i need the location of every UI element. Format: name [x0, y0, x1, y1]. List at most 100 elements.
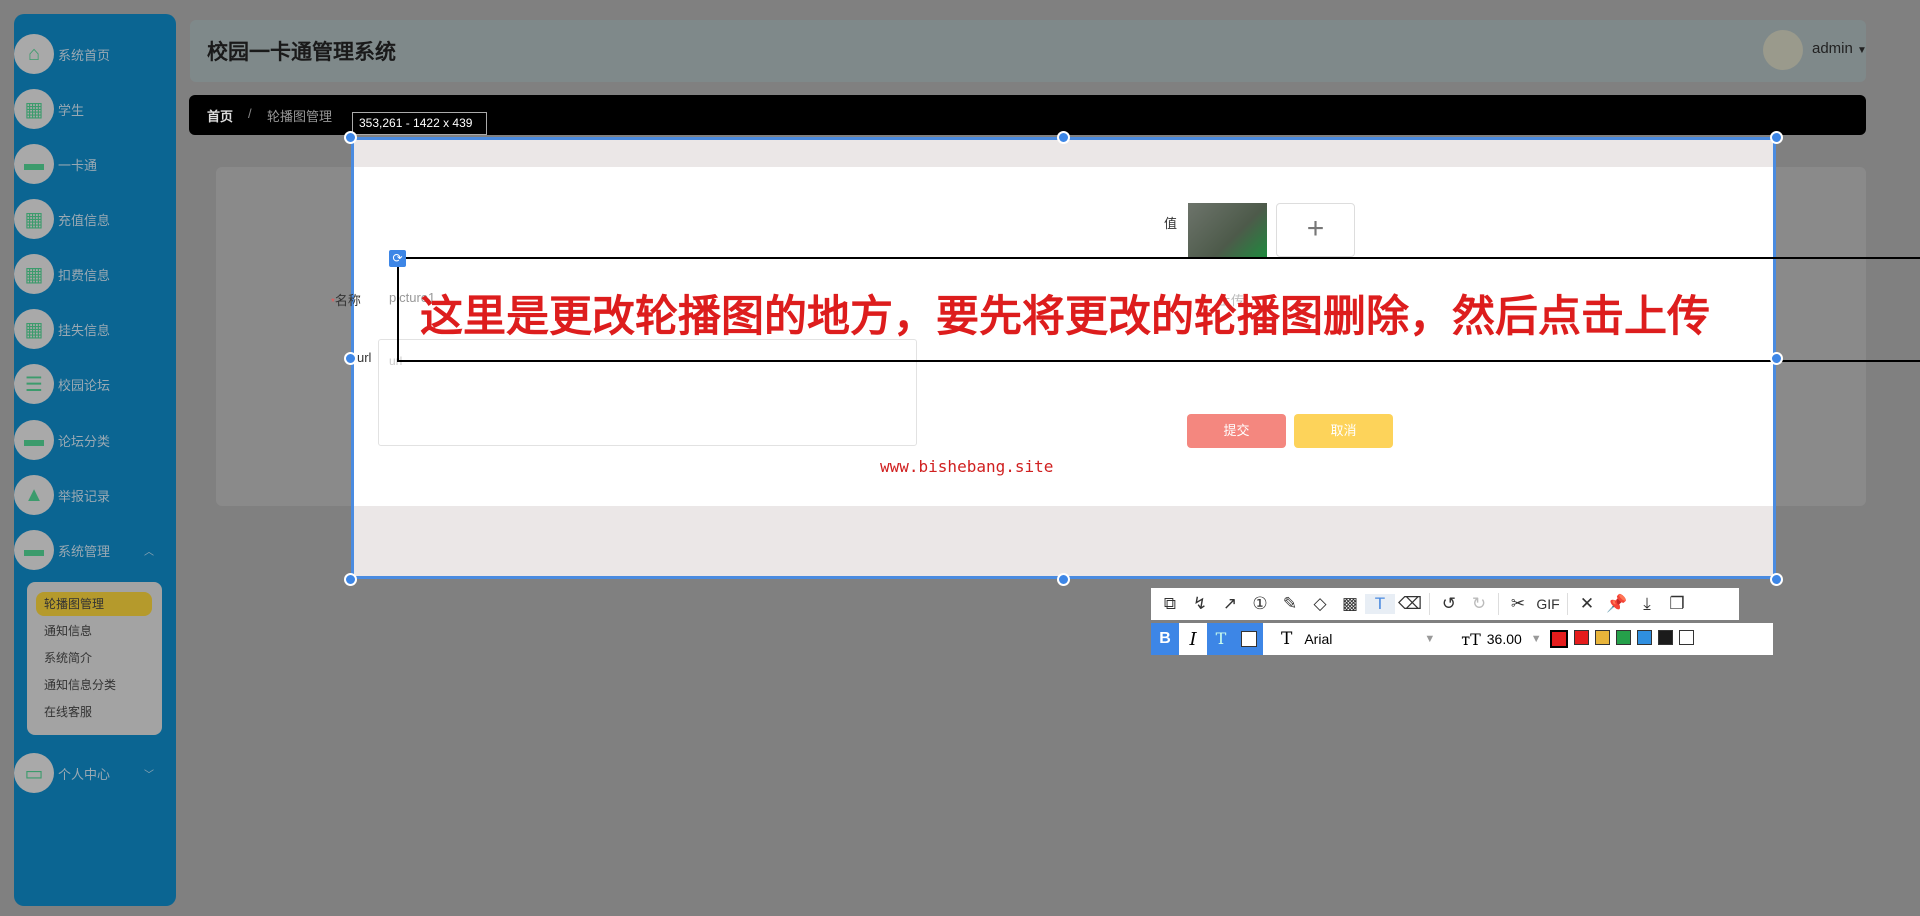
- resize-handle-sw[interactable]: [344, 573, 357, 586]
- text-tool-icon[interactable]: T: [1365, 594, 1395, 614]
- copy-icon[interactable]: ❐: [1662, 594, 1692, 614]
- name-label: 名称: [334, 293, 361, 308]
- menu-icon: ▲: [14, 475, 54, 515]
- sidebar-item-1[interactable]: ▦ 学生: [14, 87, 164, 131]
- scroll-capture-icon[interactable]: ✂: [1503, 594, 1533, 614]
- close-icon[interactable]: ✕: [1572, 594, 1602, 614]
- chevron-down-icon: ﹀: [144, 769, 154, 781]
- mosaic-icon[interactable]: ▩: [1335, 594, 1365, 614]
- sidebar-item-9[interactable]: ▬ 系统管理 ︿: [14, 528, 164, 572]
- font-size-icon: ᴛT: [1461, 629, 1481, 649]
- color-swatch[interactable]: [1678, 630, 1694, 645]
- sidebar-item-label: 充值信息: [58, 212, 111, 228]
- sidebar-item-0[interactable]: ⌂ 系统首页: [14, 32, 164, 76]
- color-swatch[interactable]: [1549, 630, 1568, 648]
- sidebar-item-4[interactable]: ▦ 扣费信息: [14, 252, 164, 296]
- resize-handle-e[interactable]: [1770, 352, 1783, 365]
- menu-icon: ▬: [14, 420, 54, 460]
- sidebar-item-label: 举报记录: [58, 488, 111, 504]
- sidebar-item-label: 校园论坛: [58, 377, 111, 393]
- submenu-item[interactable]: 系统简介: [36, 646, 152, 670]
- caret-down-icon: ▼: [1857, 45, 1867, 56]
- size-dropdown-icon[interactable]: ▼: [1531, 633, 1542, 645]
- cancel-button[interactable]: 取消: [1294, 414, 1393, 448]
- color-swatch[interactable]: [1573, 630, 1589, 645]
- menu-icon: ▦: [14, 89, 54, 129]
- shape-icon[interactable]: ⧉: [1155, 594, 1185, 614]
- gif-button[interactable]: GIF: [1533, 596, 1563, 612]
- italic-toggle[interactable]: I: [1179, 629, 1207, 650]
- resize-handle-s[interactable]: [1057, 573, 1070, 586]
- color-swatch[interactable]: [1657, 630, 1673, 645]
- upload-plus-button[interactable]: +: [1276, 203, 1355, 257]
- sidebar-item-5[interactable]: ▦ 挂失信息: [14, 307, 164, 351]
- submenu-item[interactable]: 在线客服: [36, 700, 152, 724]
- card-icon: ▭: [14, 753, 54, 793]
- submenu-item[interactable]: 轮播图管理: [36, 592, 152, 616]
- submit-button[interactable]: 提交: [1187, 414, 1286, 448]
- sidebar-item-2[interactable]: ▬ 一卡通: [14, 142, 164, 186]
- watermark: www.bishebang.site: [880, 457, 1054, 476]
- capture-toolbar: ⧉ ↯ ↗ ① ✎ ◇ ▩ T ⌫ ↺ ↻ ✂ GIF ✕ 📌 ⤓ ❐: [1151, 588, 1739, 620]
- polyline-icon[interactable]: ↯: [1185, 594, 1215, 614]
- menu-icon: ▦: [14, 309, 54, 349]
- resize-handle-w[interactable]: [344, 352, 357, 365]
- color-swatch[interactable]: [1636, 630, 1652, 645]
- user-menu[interactable]: admin ▼: [1812, 40, 1867, 57]
- redo-icon[interactable]: ↻: [1464, 594, 1494, 614]
- value-label: 值: [1164, 216, 1178, 231]
- sidebar-item-label: 系统管理: [58, 543, 111, 559]
- sidebar-item-3[interactable]: ▦ 充值信息: [14, 197, 164, 241]
- pencil-icon[interactable]: ✎: [1275, 594, 1305, 614]
- eraser-icon[interactable]: ⌫: [1395, 594, 1425, 614]
- breadcrumb-separator: /: [248, 106, 252, 121]
- menu-icon: ▦: [14, 199, 54, 239]
- sidebar-item-8[interactable]: ▲ 举报记录: [14, 473, 164, 517]
- url-label: url: [357, 350, 372, 365]
- annotation-text[interactable]: 这里是更改轮播图的地方，要先将更改的轮播图删除，然后点击上传: [420, 282, 1710, 344]
- sidebar-item-personal[interactable]: ▭ 个人中心 ﹀: [14, 751, 164, 795]
- submenu-item[interactable]: 通知信息: [36, 619, 152, 643]
- submenu-item[interactable]: 通知信息分类: [36, 673, 152, 697]
- color-swatch[interactable]: [1594, 630, 1610, 645]
- font-select[interactable]: Arial: [1304, 631, 1424, 647]
- carousel-image-thumbnail[interactable]: [1188, 203, 1267, 257]
- arrow-icon[interactable]: ↗: [1215, 594, 1245, 614]
- resize-handle-nw[interactable]: [344, 131, 357, 144]
- sidebar-item-label: 系统首页: [58, 47, 111, 63]
- capture-size-label: 353,261 - 1422 x 439: [352, 112, 487, 135]
- resize-handle-se[interactable]: [1770, 573, 1783, 586]
- menu-icon: ⌂: [14, 34, 54, 74]
- menu-icon: ▬: [14, 144, 54, 184]
- resize-handle-n[interactable]: [1057, 131, 1070, 144]
- fill-toggle[interactable]: [1235, 623, 1263, 655]
- pin-icon[interactable]: 📌: [1602, 594, 1632, 614]
- download-icon[interactable]: ⤓: [1632, 594, 1662, 614]
- color-swatch[interactable]: [1615, 630, 1631, 645]
- avatar[interactable]: [1763, 30, 1803, 70]
- number-icon[interactable]: ①: [1245, 594, 1275, 614]
- font-icon: T: [1281, 629, 1293, 649]
- sidebar-item-label: 挂失信息: [58, 322, 111, 338]
- font-size-select[interactable]: 36.00: [1487, 631, 1531, 647]
- outline-text-icon[interactable]: T: [1207, 623, 1235, 655]
- divider: [1429, 593, 1430, 615]
- chevron-up-icon: ︿: [144, 546, 154, 558]
- text-style-toolbar: B I T T Arial ▼ ᴛT 36.00 ▼: [1151, 623, 1773, 655]
- rotate-icon[interactable]: ⟳: [389, 250, 406, 267]
- menu-icon: ☰: [14, 364, 54, 404]
- breadcrumb-current: 轮播图管理: [267, 109, 333, 124]
- divider: [1567, 593, 1568, 615]
- undo-icon[interactable]: ↺: [1434, 594, 1464, 614]
- highlighter-icon[interactable]: ◇: [1305, 594, 1335, 614]
- sidebar-item-label: 学生: [58, 102, 85, 118]
- sidebar-item-label: 论坛分类: [58, 433, 111, 449]
- sidebar-item-6[interactable]: ☰ 校园论坛: [14, 362, 164, 406]
- resize-handle-ne[interactable]: [1770, 131, 1783, 144]
- bold-toggle[interactable]: B: [1151, 623, 1179, 655]
- sidebar-item-7[interactable]: ▬ 论坛分类: [14, 418, 164, 462]
- sidebar-item-label: 一卡通: [58, 157, 98, 173]
- menu-icon: ▦: [14, 254, 54, 294]
- font-dropdown-icon[interactable]: ▼: [1424, 633, 1435, 645]
- breadcrumb-home[interactable]: 首页: [207, 106, 233, 125]
